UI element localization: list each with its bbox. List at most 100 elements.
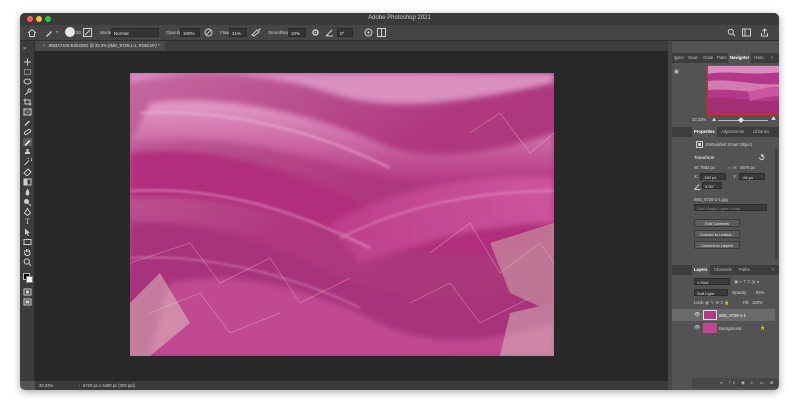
share-icon[interactable] — [760, 28, 769, 37]
convert-to-layers-button[interactable]: Convert to Layers — [694, 241, 740, 249]
convert-to-linked-button[interactable]: Convert to Linked... — [694, 230, 740, 238]
tab-libraries[interactable]: Libraries — [751, 127, 771, 137]
navigator-thumbnail[interactable] — [707, 65, 779, 115]
crop-tool-icon[interactable] — [23, 98, 32, 106]
document-tab[interactable]: × 8W3A7443-Edit.DNG @ 33.3% (IMG_9726-1-… — [35, 41, 166, 51]
marquee-tool-icon[interactable] — [23, 68, 32, 76]
link-dimensions-icon[interactable]: ∞ — [728, 165, 731, 170]
tab-properties[interactable]: Properties — [692, 127, 717, 137]
opacity-field[interactable]: 100% — [180, 28, 200, 37]
tab-adjustments[interactable]: Adjustments — [719, 127, 746, 137]
close-document-icon[interactable]: × — [43, 43, 45, 48]
brush-tool-preset-icon[interactable] — [44, 28, 54, 38]
layer-row-background[interactable]: 👁 Background 🔒 — [672, 322, 775, 334]
linked-filename: IMG_9726-1-1.jpg — [694, 197, 728, 202]
navigator-zoom-slider[interactable] — [718, 117, 768, 123]
layer-row-smart-object[interactable]: 👁 IMG_9726-1-1 — [672, 309, 775, 321]
flow-field[interactable]: 31% — [229, 28, 247, 37]
navigator-zoom-slider-handle[interactable] — [737, 117, 744, 123]
history-panel-icon[interactable]: ⚐ — [674, 57, 678, 63]
layer-filter-select[interactable]: ⌕ Kind — [694, 278, 730, 285]
panel-menu-icon[interactable]: ≡ — [769, 53, 775, 63]
tab-channels[interactable]: Channels — [712, 265, 734, 275]
status-arrow-icon[interactable]: › — [79, 381, 80, 390]
smoothing-options-gear-icon[interactable] — [311, 28, 320, 37]
fill-value[interactable]: 100% — [752, 300, 763, 305]
symmetry-icon[interactable] — [377, 28, 386, 37]
navigator-zoom-value[interactable]: 33.33% — [692, 117, 706, 122]
rectangle-tool-icon[interactable] — [23, 238, 32, 246]
edit-contents-button[interactable]: Edit Contents — [694, 219, 740, 227]
layer-actions-icons[interactable]: ∞ fx ◉ ◐ ▭ ⊞ 🗑 — [720, 380, 779, 386]
pressure-size-icon[interactable] — [364, 28, 373, 37]
move-tool-icon[interactable] — [23, 58, 32, 66]
x-label: X: — [694, 174, 698, 179]
status-zoom[interactable]: 33.33% — [39, 381, 53, 390]
tab-gradients[interactable]: Gradi — [701, 53, 715, 63]
quick-selection-tool-icon[interactable] — [23, 88, 32, 96]
history-brush-tool-icon[interactable] — [23, 158, 32, 166]
layers-panel-menu-icon[interactable]: ≡ — [770, 265, 776, 275]
brush-size-preview[interactable] — [65, 27, 75, 37]
libraries-panel-icon[interactable]: ▣ — [674, 69, 679, 75]
eraser-tool-icon[interactable] — [23, 168, 32, 176]
y-position-field[interactable]: -94 px — [739, 173, 765, 180]
path-selection-tool-icon[interactable] — [23, 228, 32, 236]
home-icon[interactable] — [27, 28, 37, 38]
workspace-icon[interactable] — [742, 28, 751, 37]
x-position-field[interactable]: -180 px — [700, 173, 726, 180]
layer-comp-select[interactable]: Don't Apply Layer Comp — [694, 204, 767, 211]
angle-field[interactable]: 0° — [337, 28, 353, 37]
visibility-eye-icon[interactable]: 👁 — [694, 312, 700, 318]
tab-swatches[interactable]: Swat — [686, 53, 699, 63]
document-canvas-image[interactable] — [130, 73, 554, 356]
hand-tool-icon[interactable] — [23, 248, 32, 256]
collapse-panel-icon[interactable]: » — [23, 45, 32, 53]
pen-tool-icon[interactable] — [23, 208, 32, 216]
brush-tool-icon[interactable] — [23, 138, 32, 146]
tab-histogram[interactable]: Histo — [752, 53, 766, 63]
reset-transform-icon[interactable] — [758, 154, 765, 161]
width-value[interactable]: 7583 px — [700, 165, 715, 170]
clone-stamp-tool-icon[interactable] — [23, 148, 32, 156]
navigator-preview-image — [708, 66, 779, 114]
tab-layers[interactable]: Layers — [692, 265, 710, 275]
brush-settings-icon[interactable] — [83, 28, 92, 37]
zoom-tool-icon[interactable] — [23, 258, 32, 266]
smoothing-field[interactable]: 10% — [288, 28, 306, 37]
eyedropper-tool-icon[interactable] — [23, 118, 32, 126]
type-tool-icon[interactable]: T — [23, 218, 32, 226]
layer-opacity-value[interactable]: 94% — [756, 290, 764, 295]
zoom-in-icon[interactable]: ⛰ — [771, 116, 776, 123]
zoom-out-icon[interactable]: ⛰ — [712, 117, 716, 123]
dodge-tool-icon[interactable] — [23, 198, 32, 206]
tab-paths[interactable]: Paths — [737, 265, 752, 275]
layer-filter-icons[interactable]: ▣◐T⌗▤● — [734, 279, 761, 284]
height-label: H: — [733, 165, 738, 170]
blur-tool-icon[interactable] — [23, 188, 32, 196]
screen-mode-icon[interactable] — [23, 298, 32, 306]
brush-angle-icon[interactable] — [325, 28, 334, 37]
search-icon[interactable] — [727, 28, 736, 37]
lock-icons[interactable]: ▦✎✥⌗🔒 — [705, 300, 731, 306]
mode-select[interactable]: Normal — [111, 28, 159, 37]
frame-tool-icon[interactable] — [23, 108, 32, 116]
angle-field[interactable]: 0.00° — [702, 182, 722, 189]
height-value[interactable]: 4679 px — [740, 165, 755, 170]
visibility-eye-icon[interactable]: 👁 — [694, 325, 700, 331]
gradient-tool-icon[interactable] — [23, 178, 32, 186]
airbrush-icon[interactable] — [251, 28, 261, 37]
blend-mode-select[interactable]: Soft Light — [694, 289, 728, 296]
chevron-down-icon[interactable]: ▾ — [56, 29, 60, 35]
fill-label: Fill: — [743, 300, 750, 305]
lasso-tool-icon[interactable] — [23, 78, 32, 86]
layer-opacity-label: Opacity: — [732, 290, 748, 295]
pressure-opacity-icon[interactable] — [204, 28, 213, 37]
canvas-area[interactable] — [35, 51, 668, 381]
tab-navigator[interactable]: Navigator — [728, 53, 752, 63]
quick-mask-icon[interactable] — [23, 288, 32, 296]
properties-scrollbar[interactable] — [775, 149, 778, 259]
healing-brush-tool-icon[interactable] — [23, 128, 32, 136]
tab-patterns[interactable]: Patte — [715, 53, 729, 63]
background-color-swatch[interactable] — [26, 276, 33, 283]
